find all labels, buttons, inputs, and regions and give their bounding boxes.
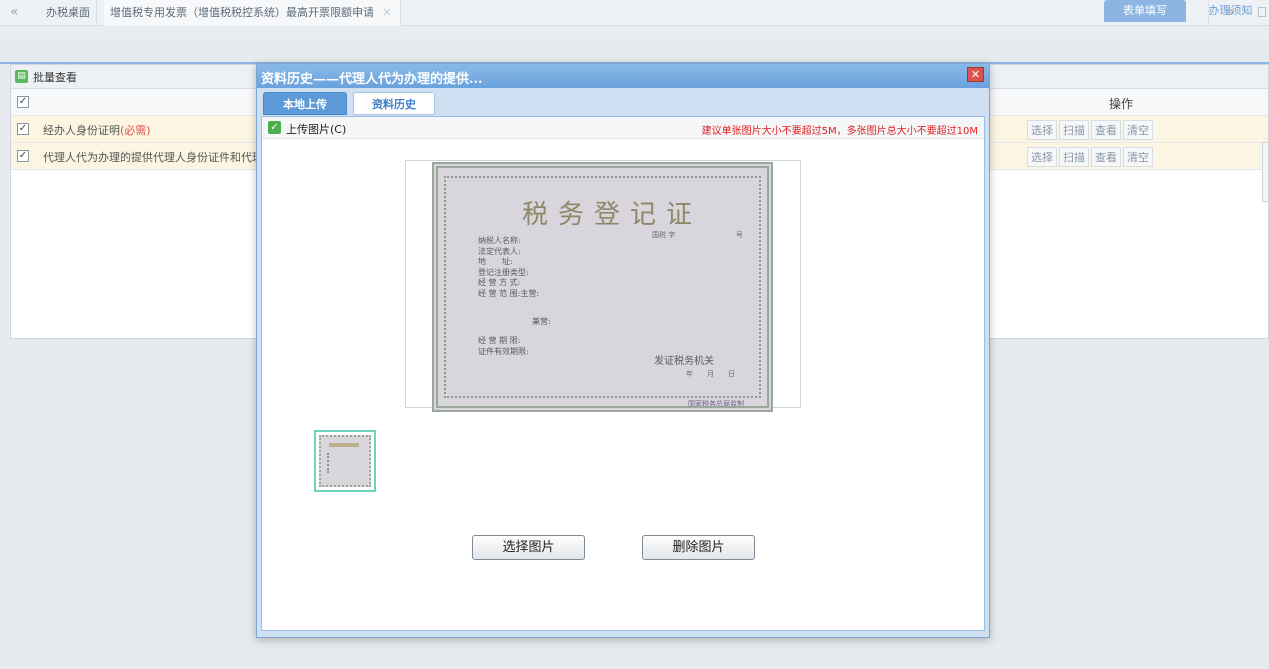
view-button[interactable]: 查看 [1091, 147, 1121, 167]
batch-view-button[interactable]: 批量查看 [33, 69, 77, 85]
scan-button[interactable]: 扫描 [1059, 147, 1089, 167]
certificate-fields: 纳税人名称: 法定代表人: 地 址: 登记注册类型: 经 营 方 式: 经 营 … [478, 236, 540, 298]
dialog-body: ✓ 上传图片(C) 建议单张图片大小不要超过5M，多张图片总大小不要超过10M … [261, 116, 985, 631]
tab-form-fill[interactable]: 表单填写 [1104, 0, 1186, 22]
tab-desktop[interactable]: 办税桌面 [40, 0, 97, 26]
upload-image-label[interactable]: 上传图片(C) [286, 121, 346, 137]
select-image-button[interactable]: 选择图片 [472, 535, 585, 560]
view-button[interactable]: 查看 [1091, 120, 1121, 140]
row-checkbox[interactable]: ✓ [17, 150, 29, 162]
top-tab-bar: « 办税桌面 增值税专用发票（增值税税控系统）最高开票限额申请 × » [0, 0, 1269, 26]
certificate-title: 税务登记证 [522, 200, 703, 230]
certificate-issuer: 发证税务机关 [654, 356, 714, 367]
check-icon[interactable]: ✓ [268, 121, 281, 134]
tab-instructions[interactable]: 办理须知 [1192, 0, 1269, 22]
certificate-number-suffix: 号 [736, 231, 743, 239]
dialog-title: 资料历史——代理人代为办理的提供... [261, 72, 483, 87]
image-thumbnail[interactable] [314, 430, 376, 492]
batch-view-icon[interactable]: ▤ [15, 70, 28, 83]
clear-button[interactable]: 清空 [1123, 120, 1153, 140]
certificate-date: 年 月 日 [686, 370, 735, 378]
select-all-checkbox[interactable]: ✓ [17, 96, 29, 108]
select-file-button[interactable]: 选择 [1027, 147, 1057, 167]
clear-button[interactable]: 清空 [1123, 147, 1153, 167]
certificate-image: 税务登记证 国税 字 号 纳税人名称: 法定代表人: 地 址: 登记注册类型: … [432, 162, 773, 412]
side-handle[interactable] [1262, 142, 1269, 202]
delete-image-button[interactable]: 删除图片 [642, 535, 755, 560]
image-preview: 税务登记证 国税 字 号 纳税人名称: 法定代表人: 地 址: 登记注册类型: … [405, 160, 801, 412]
row-ops: 选择 扫描 查看 清空 [1027, 147, 1155, 167]
certificate-extra-fields: 经 营 期 限: 证件有效期限: [478, 336, 529, 356]
required-badge: (必需) [120, 124, 151, 137]
ops-column-header: 操作 [1109, 97, 1134, 111]
select-file-button[interactable]: 选择 [1027, 120, 1057, 140]
thumbnail-preview [319, 435, 371, 487]
row-ops: 选择 扫描 查看 清空 [1027, 120, 1155, 140]
row-label: 代理人代为办理的提供代理人身份证件和代理 [43, 151, 263, 164]
history-dialog: 资料历史——代理人代为办理的提供... ✕ 本地上传 资料历史 ✓ 上传图片(C… [256, 63, 990, 638]
close-icon[interactable]: ✕ [967, 67, 984, 82]
nav-prev-icon[interactable]: « [10, 4, 19, 20]
tab-invoice-limit[interactable]: 增值税专用发票（增值税税控系统）最高开票限额申请 × [104, 0, 401, 26]
tab-file-history[interactable]: 资料历史 [353, 92, 435, 115]
row-label: 经办人身份证明(必需) [43, 124, 151, 137]
row-checkbox[interactable]: ✓ [17, 123, 29, 135]
certificate-sub-field: 兼营: [532, 317, 551, 326]
upload-size-hint: 建议单张图片大小不要超过5M，多张图片总大小不要超过10M [701, 126, 978, 137]
certificate-stamp: 国家税务总局监制 [688, 400, 744, 408]
upload-bar: ✓ 上传图片(C) 建议单张图片大小不要超过5M，多张图片总大小不要超过10M [262, 117, 984, 139]
dialog-titlebar[interactable]: 资料历史——代理人代为办理的提供... ✕ [257, 64, 989, 88]
scan-button[interactable]: 扫描 [1059, 120, 1089, 140]
certificate-number-prefix: 国税 字 [652, 231, 676, 239]
tab-invoice-limit-label: 增值税专用发票（增值税税控系统）最高开票限额申请 [110, 6, 374, 19]
tab-local-upload[interactable]: 本地上传 [263, 92, 347, 115]
tab-close-icon[interactable]: × [382, 0, 392, 25]
